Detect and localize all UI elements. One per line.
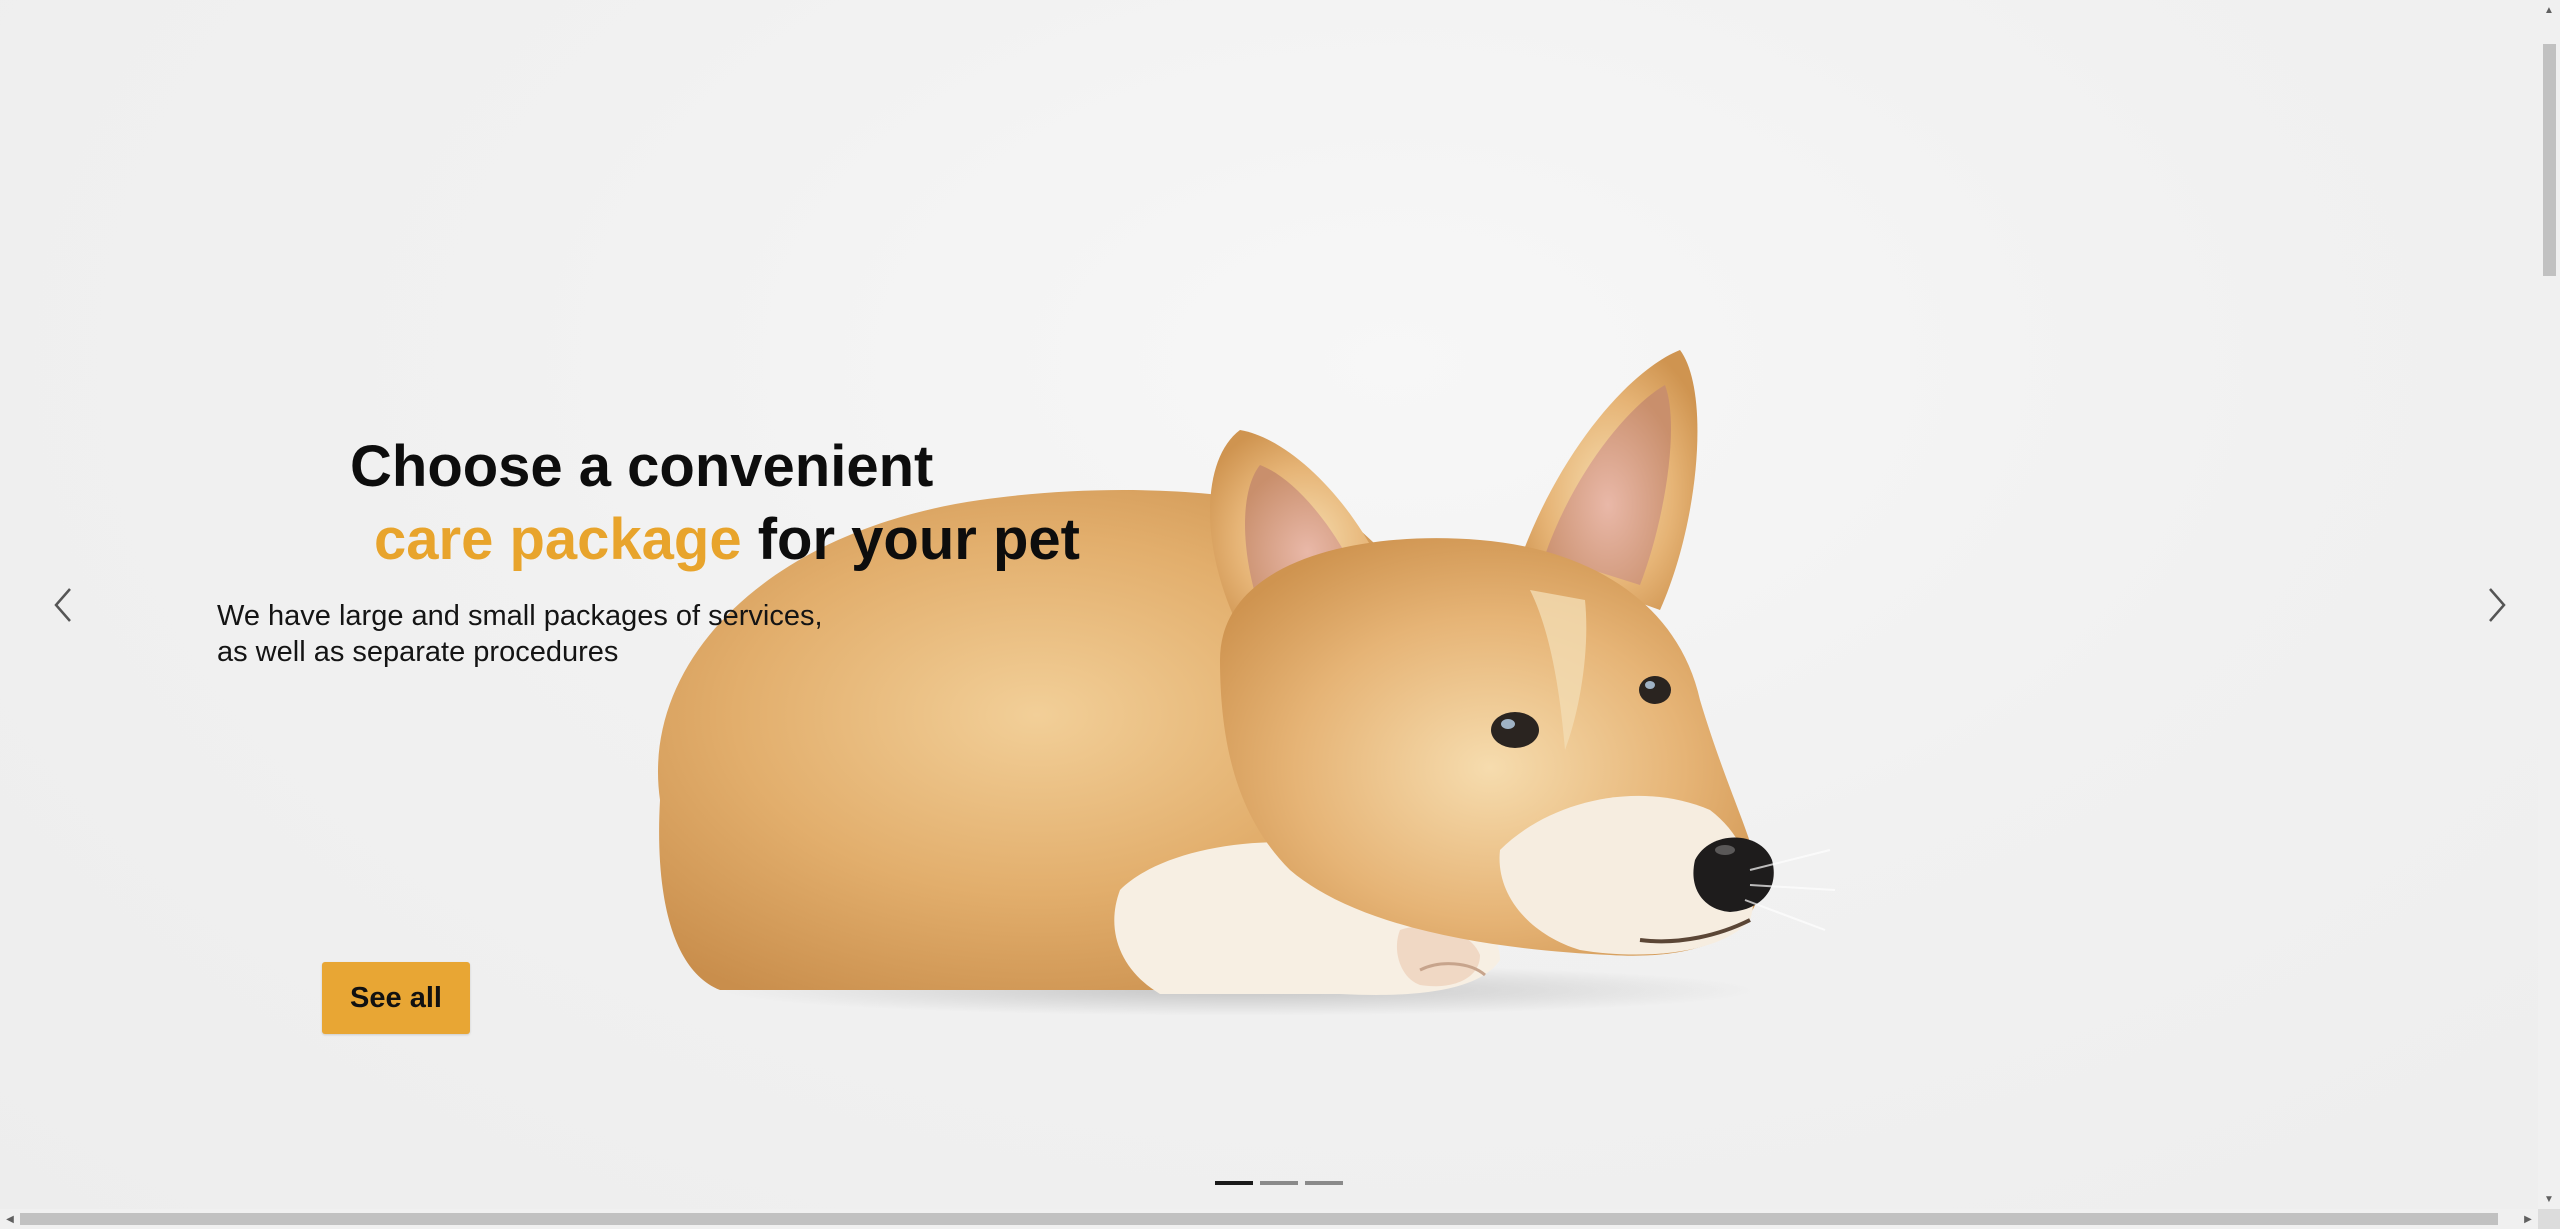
- hero-subtitle-line1: We have large and small packages of serv…: [217, 600, 823, 632]
- scroll-right-arrow-icon[interactable]: ▶: [2518, 1209, 2538, 1229]
- scroll-left-arrow-icon[interactable]: ◀: [0, 1209, 20, 1229]
- hero-title-line2: care package for your pet: [350, 503, 1080, 576]
- hero-title: Choose a convenient care package for your…: [350, 430, 1080, 576]
- carousel-slide: Choose a convenient care package for your…: [0, 0, 2538, 1209]
- vertical-scrollbar-thumb[interactable]: [2543, 44, 2556, 276]
- hero-title-accent: care package: [374, 507, 742, 572]
- hero-title-rest: for your pet: [741, 507, 1080, 572]
- horizontal-scrollbar[interactable]: ◀ ▶: [0, 1209, 2560, 1229]
- horizontal-scrollbar-thumb[interactable]: [20, 1213, 2498, 1225]
- chevron-right-icon: [2489, 588, 2506, 622]
- carousel-prev-button[interactable]: [44, 585, 84, 625]
- carousel-indicators: [1215, 1181, 1343, 1185]
- hero-carousel: Choose a convenient care package for your…: [0, 0, 2538, 1209]
- vertical-scrollbar[interactable]: ▲ ▼: [2538, 0, 2560, 1209]
- carousel-indicator-3[interactable]: [1305, 1181, 1343, 1185]
- carousel-next-button[interactable]: [2476, 585, 2516, 625]
- chevron-left-icon: [54, 588, 71, 622]
- scroll-up-arrow-icon[interactable]: ▲: [2538, 0, 2560, 20]
- scroll-down-arrow-icon[interactable]: ▼: [2538, 1189, 2560, 1209]
- carousel-indicator-1[interactable]: [1215, 1181, 1253, 1185]
- hero-subtitle: We have large and small packages of serv…: [217, 598, 823, 670]
- carousel-indicator-2[interactable]: [1260, 1181, 1298, 1185]
- hero-title-line1: Choose a convenient: [350, 434, 934, 499]
- see-all-button[interactable]: See all: [322, 962, 470, 1034]
- hero-subtitle-line2: as well as separate procedures: [217, 636, 619, 668]
- scrollbar-corner: [2538, 1209, 2560, 1229]
